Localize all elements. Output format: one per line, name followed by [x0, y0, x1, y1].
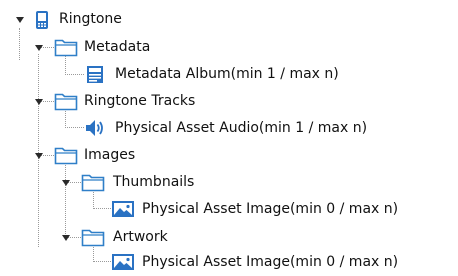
tree-node-ringtone[interactable]: Ringtone — [0, 7, 458, 31]
node-label[interactable]: Physical Asset Image(min 0 / max n) — [142, 253, 398, 271]
node-label[interactable]: Physical Asset Image(min 0 / max n) — [142, 200, 398, 218]
node-label[interactable]: Images — [84, 146, 135, 164]
chevron-down-icon — [34, 44, 43, 51]
tree-node-artwork[interactable]: Artwork — [0, 225, 458, 249]
image-icon — [111, 252, 135, 276]
chevron-down-icon — [34, 152, 43, 159]
collapse-toggle[interactable] — [34, 97, 43, 106]
tree-node-physical-asset-audio[interactable]: Physical Asset Audio(min 1 / max n) — [0, 116, 458, 140]
folder-icon — [81, 172, 105, 196]
node-label[interactable]: Ringtone — [59, 10, 122, 28]
tree-node-ringtone-tracks[interactable]: Ringtone Tracks — [0, 89, 458, 113]
node-label[interactable]: Physical Asset Audio(min 1 / max n) — [115, 119, 367, 137]
folder-icon — [81, 227, 105, 251]
chevron-down-icon — [61, 234, 70, 241]
node-label[interactable]: Thumbnails — [113, 173, 194, 191]
collapse-toggle[interactable] — [61, 178, 70, 187]
tree-node-metadata[interactable]: Metadata — [0, 35, 458, 59]
tree-node-physical-asset-image[interactable]: Physical Asset Image(min 0 / max n) — [0, 250, 458, 274]
node-label[interactable]: Artwork — [113, 228, 168, 246]
tree-node-thumbnails[interactable]: Thumbnails — [0, 170, 458, 194]
node-label[interactable]: Ringtone Tracks — [84, 92, 195, 110]
folder-icon — [54, 37, 78, 61]
tree-node-physical-asset-image[interactable]: Physical Asset Image(min 0 / max n) — [0, 197, 458, 221]
collapse-toggle[interactable] — [15, 15, 24, 24]
collapse-toggle[interactable] — [61, 233, 70, 242]
folder-icon — [54, 145, 78, 169]
collapse-toggle[interactable] — [34, 151, 43, 160]
chevron-down-icon — [34, 98, 43, 105]
chevron-down-icon — [15, 16, 24, 23]
image-icon — [111, 199, 135, 223]
folder-icon — [54, 91, 78, 115]
speaker-icon — [84, 118, 106, 142]
node-label[interactable]: Metadata Album(min 1 / max n) — [115, 65, 339, 83]
collapse-toggle[interactable] — [34, 43, 43, 52]
tree-node-metadata-album[interactable]: Metadata Album(min 1 / max n) — [0, 62, 458, 86]
tree-node-images[interactable]: Images — [0, 143, 458, 167]
phone-icon — [34, 10, 50, 34]
node-label[interactable]: Metadata — [84, 38, 150, 56]
chevron-down-icon — [61, 179, 70, 186]
tree-view: Ringtone Metadata Metadata Album(min 1 /… — [0, 0, 458, 270]
metadata-album-icon — [86, 65, 104, 88]
